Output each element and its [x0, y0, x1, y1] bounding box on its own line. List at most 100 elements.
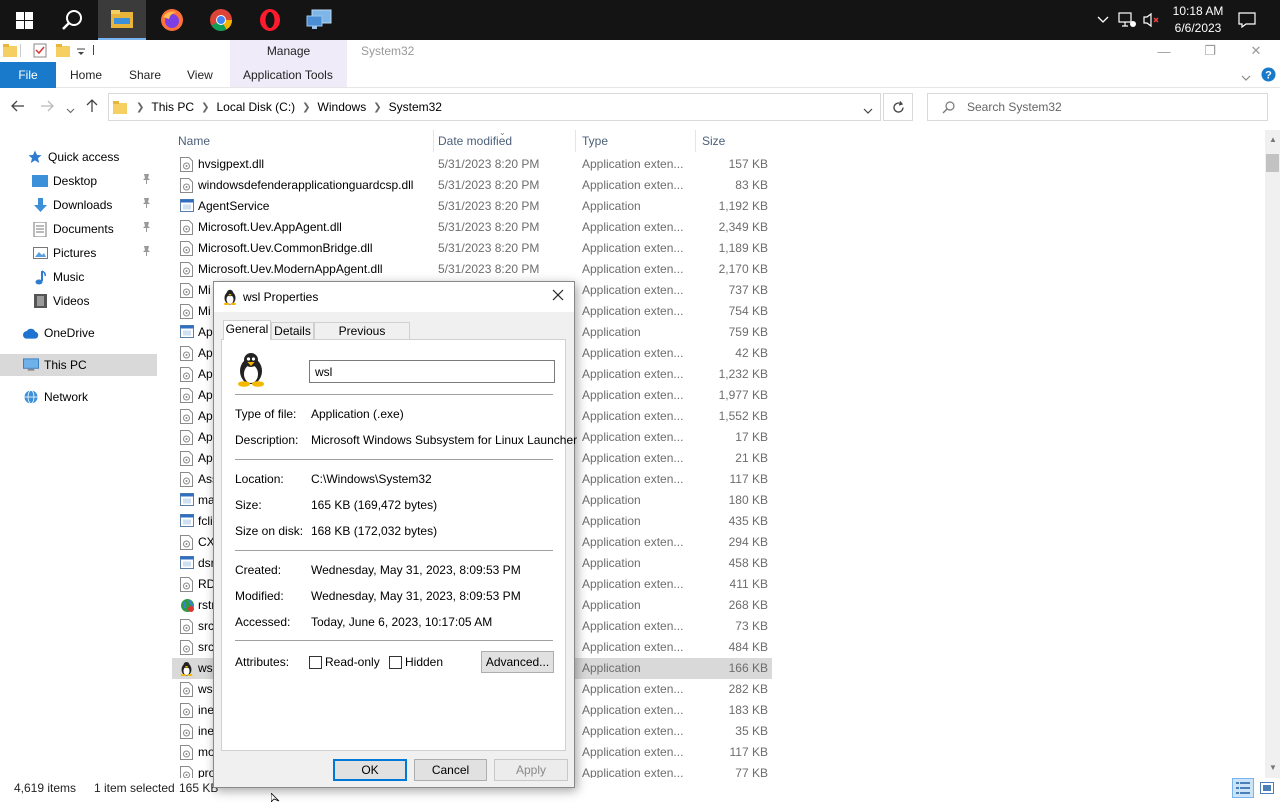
up-icon[interactable] — [86, 99, 98, 116]
hidden-checkbox[interactable]: Hidden — [389, 655, 443, 669]
notification-center-icon[interactable] — [1236, 0, 1258, 40]
pin-icon[interactable] — [142, 222, 151, 235]
table-row[interactable]: Microsoft.Uev.AppAgent.dll 5/31/2023 8:20… — [172, 217, 772, 238]
read-only-checkbox[interactable]: Read-only — [309, 655, 380, 669]
scroll-down-icon[interactable]: ▼ — [1269, 763, 1277, 772]
close-window-button[interactable]: ✕ — [1233, 40, 1279, 62]
breadcrumb-system32[interactable]: System32 — [389, 94, 442, 120]
forward-icon[interactable] — [40, 100, 54, 115]
scrollbar-thumb[interactable] — [1266, 154, 1279, 172]
sidebar-item-network[interactable]: Network — [0, 386, 157, 408]
cancel-button[interactable]: Cancel — [414, 759, 487, 781]
breadcrumb-local-disk[interactable]: Local Disk (C:) — [216, 94, 295, 120]
windows-start-icon[interactable] — [0, 0, 48, 40]
file-date: 5/31/2023 8:20 PM — [438, 220, 540, 234]
breadcrumb-separator[interactable]: ❯ — [201, 102, 209, 113]
address-dropdown-icon[interactable] — [863, 104, 873, 118]
pin-icon[interactable] — [142, 246, 151, 259]
volume-muted-icon[interactable] — [1140, 0, 1162, 40]
network-tray-icon[interactable] — [1116, 0, 1138, 40]
file-explorer-icon[interactable] — [98, 0, 146, 40]
vertical-scrollbar[interactable]: ▲ ▼ — [1265, 130, 1280, 778]
breadcrumb-windows[interactable]: Windows — [318, 94, 367, 120]
taskbar: 10:18 AM 6/6/2023 — [0, 0, 1280, 40]
table-row[interactable]: AgentService 5/31/2023 8:20 PM Application… — [172, 196, 772, 217]
sidebar-item-documents[interactable]: Documents — [0, 218, 157, 240]
table-row[interactable]: Microsoft.Uev.ModernAppAgent.dll 5/31/202… — [172, 259, 772, 280]
file-type: Application — [582, 493, 641, 507]
close-icon[interactable] — [552, 289, 564, 304]
tab-application-tools[interactable]: Application Tools — [243, 62, 333, 88]
pin-icon[interactable] — [142, 198, 151, 211]
ok-button[interactable]: OK — [333, 759, 407, 781]
search-icon[interactable] — [48, 0, 96, 40]
remote-desktop-icon[interactable] — [295, 0, 343, 40]
help-icon[interactable]: ? — [1261, 67, 1276, 85]
tab-details[interactable]: Details — [271, 322, 314, 340]
column-header-size[interactable]: Size — [696, 130, 772, 152]
minimize-button[interactable]: — — [1141, 40, 1187, 62]
table-row[interactable]: windowsdefenderapplicationguardcsp.dll 5/… — [172, 175, 772, 196]
sidebar-item-desktop[interactable]: Desktop — [0, 170, 157, 192]
breadcrumb-this-pc[interactable]: This PC — [151, 94, 194, 120]
file-type: Application exten... — [582, 640, 684, 654]
tab-previous-versions[interactable]: Previous Versions — [314, 322, 410, 355]
tab-file[interactable]: File — [0, 62, 56, 88]
quick-access-toolbar — [0, 40, 230, 62]
sidebar-item-videos[interactable]: Videos — [0, 290, 157, 312]
tux-icon — [180, 661, 193, 676]
opera-icon[interactable] — [246, 0, 294, 40]
tab-share[interactable]: Share — [129, 62, 161, 88]
firefox-icon[interactable] — [148, 0, 196, 40]
checkbox-box[interactable] — [309, 655, 322, 669]
pin-icon[interactable] — [142, 174, 151, 187]
sidebar-item-this-pc[interactable]: This PC — [0, 354, 157, 376]
sidebar-item-onedrive[interactable]: OneDrive — [0, 322, 157, 344]
breadcrumb-separator[interactable]: ❯ — [136, 102, 144, 113]
dialog-titlebar[interactable]: wsl Properties — [214, 282, 574, 312]
dll-file-icon — [180, 304, 193, 319]
apply-button[interactable]: Apply — [494, 759, 568, 781]
ribbon-expand-icon[interactable] — [1241, 71, 1251, 85]
clock[interactable]: 10:18 AM 6/6/2023 — [1160, 3, 1236, 37]
column-header-type[interactable]: Type — [576, 130, 696, 152]
table-row[interactable]: hvsigpext.dll 5/31/2023 8:20 PM Applicatio… — [172, 154, 772, 175]
sidebar-item-downloads[interactable]: Downloads — [0, 194, 157, 216]
recent-locations-icon[interactable] — [66, 103, 75, 117]
search-box[interactable]: Search System32 — [927, 93, 1268, 121]
breadcrumb-separator[interactable]: ❯ — [302, 102, 310, 113]
back-icon[interactable] — [11, 100, 25, 115]
scroll-up-icon[interactable]: ▲ — [1269, 135, 1277, 144]
customize-qat-icon[interactable] — [76, 46, 86, 60]
tab-general[interactable]: General — [223, 320, 271, 340]
large-icons-view-icon[interactable] — [1256, 778, 1278, 798]
dll-file-icon — [180, 472, 193, 487]
new-folder-icon[interactable] — [56, 44, 70, 60]
sidebar-item-music[interactable]: Music — [0, 266, 157, 288]
table-row[interactable]: Microsoft.Uev.CommonBridge.dll 5/31/2023 … — [172, 238, 772, 259]
checkbox-box[interactable] — [389, 655, 402, 669]
sidebar-item-quick-access[interactable]: Quick access — [0, 146, 157, 168]
clock-date: 6/6/2023 — [1174, 21, 1222, 35]
modified-value: Wednesday, May 31, 2023, 8:09:53 PM — [311, 589, 521, 603]
address-bar[interactable]: ❯ This PC ❯ Local Disk (C:) ❯ Windows ❯ … — [108, 93, 881, 121]
chrome-icon[interactable] — [197, 0, 245, 40]
properties-icon[interactable] — [33, 43, 47, 61]
tab-home[interactable]: Home — [70, 62, 102, 88]
manage-context-label[interactable]: Manage — [230, 40, 347, 62]
tab-view[interactable]: View — [187, 62, 213, 88]
file-name: windowsdefenderapplicationguardcsp.dll — [198, 178, 414, 192]
sidebar-item-label: OneDrive — [44, 326, 95, 340]
file-name-input[interactable] — [309, 360, 555, 383]
chevron-up-icon[interactable] — [1094, 0, 1112, 40]
pictures-icon — [32, 245, 48, 261]
sidebar-item-pictures[interactable]: Pictures — [0, 242, 157, 264]
description-value: Microsoft Windows Subsystem for Linux La… — [311, 433, 578, 447]
refresh-button[interactable] — [883, 93, 913, 121]
details-view-icon[interactable] — [1232, 778, 1254, 798]
advanced-button[interactable]: Advanced... — [481, 651, 554, 673]
breadcrumb-separator[interactable]: ❯ — [373, 102, 381, 113]
dll-file-icon — [180, 262, 193, 277]
maximize-button[interactable]: ❐ — [1187, 40, 1233, 62]
column-header-name[interactable]: Name — [172, 130, 434, 152]
